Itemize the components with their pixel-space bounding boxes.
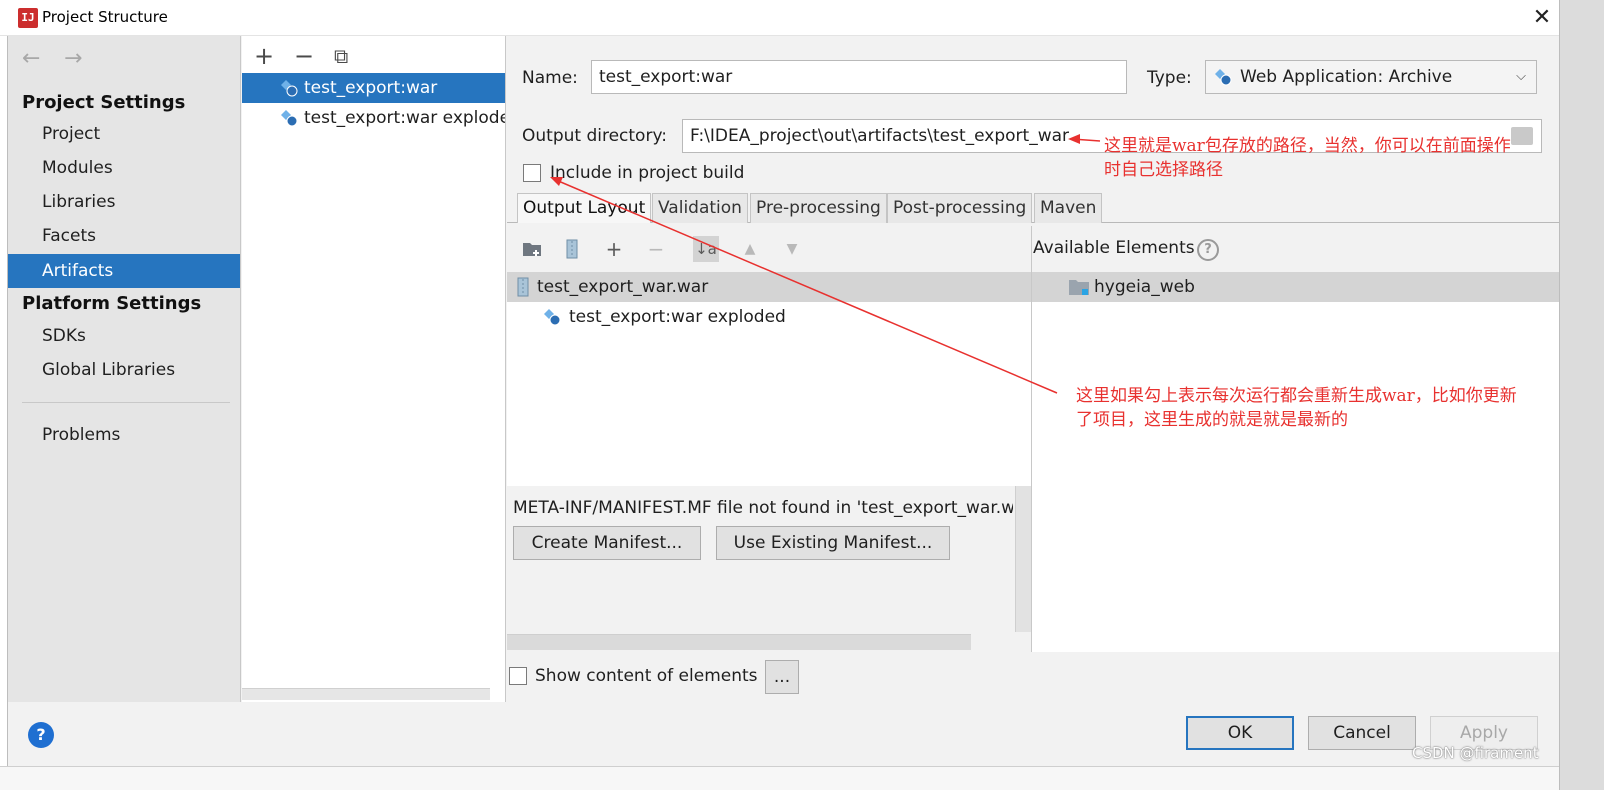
output-directory-label: Output directory:: [522, 126, 667, 146]
artifact-list-pane: + − ⧉ test_export:war test_export:war ex…: [242, 36, 506, 702]
type-label: Type:: [1147, 68, 1192, 88]
chevron-down-icon: ⌵: [1516, 69, 1526, 84]
help-button[interactable]: ?: [28, 722, 54, 748]
close-button[interactable]: ✕: [1528, 4, 1556, 32]
name-input[interactable]: test_export:war: [591, 60, 1127, 94]
list-horizontal-scrollbar[interactable]: [242, 688, 490, 700]
forward-arrow-icon[interactable]: →: [64, 46, 82, 71]
annotation-line: 时自己选择路径: [1104, 160, 1223, 180]
nav-item-sdks[interactable]: SDKs: [8, 319, 240, 353]
type-select-value: Web Application: Archive: [1240, 67, 1453, 87]
artifact-item-war-exploded[interactable]: test_export:war exploded: [242, 103, 505, 133]
copy-artifact-icon[interactable]: ⧉: [334, 44, 348, 68]
background-editor-edge: [0, 36, 8, 766]
name-label: Name:: [522, 68, 578, 88]
background-status-edge: [0, 766, 1559, 790]
help-question-icon[interactable]: ?: [1197, 239, 1219, 261]
output-layout-tree: test_export_war.war test_export:war expl…: [507, 272, 1031, 486]
tree-item-war-file[interactable]: test_export_war.war: [507, 272, 1031, 302]
include-in-build-label: Include in project build: [550, 163, 745, 183]
remove-artifact-icon[interactable]: −: [294, 44, 314, 68]
ok-button[interactable]: OK: [1186, 716, 1294, 750]
cancel-button[interactable]: Cancel: [1308, 716, 1416, 750]
nav-divider: [22, 402, 230, 403]
dialog-footer: ? OK Cancel Apply: [8, 702, 1559, 766]
tree-item-war-exploded[interactable]: test_export:war exploded: [507, 302, 1031, 332]
annotation-line: 了项目，这里生成的就是就是最新的: [1076, 410, 1348, 430]
nav-item-project[interactable]: Project: [8, 117, 240, 151]
add-artifact-icon[interactable]: +: [254, 44, 274, 68]
show-content-label: Show content of elements: [535, 666, 758, 686]
project-settings-header: Project Settings: [22, 92, 186, 113]
web-artifact-icon: [544, 309, 561, 326]
show-content-options-button[interactable]: ...: [765, 660, 799, 694]
use-existing-manifest-button[interactable]: Use Existing Manifest...: [716, 526, 950, 560]
available-item-label: hygeia_web: [1094, 277, 1195, 297]
nav-item-problems[interactable]: Problems: [8, 418, 240, 452]
title-bar: IJ Project Structure ✕: [0, 0, 1604, 36]
folder-add-icon[interactable]: [519, 236, 545, 262]
annotation-output-path: 这里就是war包存放的路径，当然，你可以在前面操作 时自己选择路径: [1104, 134, 1511, 182]
tree-item-label: test_export:war exploded: [569, 307, 786, 327]
add-icon[interactable]: +: [601, 236, 627, 262]
settings-nav: ← → Project Settings Project Modules Lib…: [8, 36, 241, 702]
tree-item-label: test_export_war.war: [537, 277, 709, 297]
artifact-item-war[interactable]: test_export:war: [242, 73, 505, 103]
available-elements-header: Available Elements: [1033, 238, 1195, 258]
manifest-warning: META-INF/MANIFEST.MF file not found in '…: [513, 498, 1013, 518]
manifest-horizontal-scrollbar[interactable]: [507, 634, 971, 650]
tab-bar: Output Layout Validation Pre-processing …: [507, 193, 1559, 223]
manifest-panel: META-INF/MANIFEST.MF file not found in '…: [507, 486, 1031, 652]
archive-icon: [517, 277, 529, 297]
nav-item-facets[interactable]: Facets: [8, 219, 240, 253]
artifact-item-label: test_export:war exploded: [304, 108, 505, 128]
move-down-icon[interactable]: ▼: [779, 236, 805, 262]
background-window-edge: [1559, 0, 1604, 790]
available-elements-tree: hygeia_web: [1032, 272, 1559, 652]
web-artifact-icon: [281, 80, 298, 97]
watermark: CSDN @firament: [1412, 744, 1539, 762]
tab-validation[interactable]: Validation: [652, 193, 748, 223]
nav-item-artifacts[interactable]: Artifacts: [8, 254, 240, 288]
archive-icon[interactable]: [559, 236, 585, 262]
annotation-include-build: 这里如果勾上表示每次运行都会重新生成war，比如你更新 了项目，这里生成的就是就…: [1076, 384, 1517, 432]
type-select[interactable]: Web Application: Archive ⌵: [1205, 60, 1537, 94]
tab-pre-processing[interactable]: Pre-processing: [750, 193, 887, 223]
move-up-icon[interactable]: ▲: [737, 236, 763, 262]
back-arrow-icon[interactable]: ←: [22, 46, 40, 71]
module-folder-icon: [1069, 280, 1089, 295]
nav-item-modules[interactable]: Modules: [8, 151, 240, 185]
web-artifact-icon: [1215, 69, 1232, 86]
include-in-build-checkbox[interactable]: [523, 164, 541, 182]
available-item-module[interactable]: hygeia_web: [1032, 272, 1559, 302]
sort-icon[interactable]: ↓a: [693, 236, 719, 262]
output-layout-toolbar: + − ↓a ▲ ▼: [507, 226, 1031, 272]
tab-output-layout[interactable]: Output Layout: [517, 193, 652, 223]
nav-item-global-libraries[interactable]: Global Libraries: [8, 353, 240, 387]
tab-post-processing[interactable]: Post-processing: [887, 193, 1033, 223]
tab-maven[interactable]: Maven: [1034, 193, 1103, 223]
platform-settings-header: Platform Settings: [22, 293, 202, 314]
annotation-line: 这里如果勾上表示每次运行都会重新生成war，比如你更新: [1076, 386, 1517, 406]
intellij-app-icon: IJ: [18, 8, 38, 28]
browse-folder-icon[interactable]: [1511, 127, 1533, 145]
show-content-checkbox[interactable]: [509, 667, 527, 685]
nav-item-libraries[interactable]: Libraries: [8, 185, 240, 219]
web-artifact-icon: [281, 110, 298, 127]
annotation-line: 这里就是war包存放的路径，当然，你可以在前面操作: [1104, 136, 1511, 156]
artifact-item-label: test_export:war: [304, 78, 438, 98]
create-manifest-button[interactable]: Create Manifest...: [513, 526, 701, 560]
remove-icon[interactable]: −: [643, 236, 669, 262]
window-title: Project Structure: [42, 8, 168, 26]
manifest-vertical-scrollbar[interactable]: [1015, 486, 1031, 632]
